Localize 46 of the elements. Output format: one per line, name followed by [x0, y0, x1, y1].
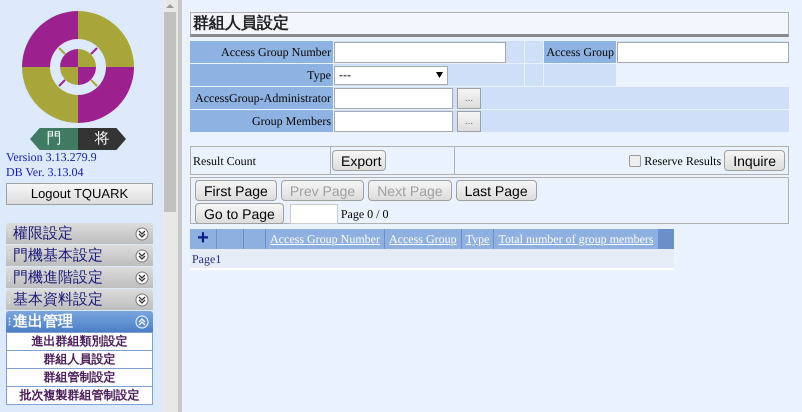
field-label: Access Group Number	[190, 41, 333, 63]
expand-icon[interactable]	[135, 248, 149, 262]
submenu-item[interactable]: 批次複製群組管制設定	[6, 386, 153, 405]
page-title: 群組人員設定	[190, 12, 789, 37]
logout-button[interactable]: Logout TQUARK	[6, 183, 153, 205]
reserve-results-label: Reserve Results	[644, 152, 722, 170]
inquire-button[interactable]: Inquire	[724, 150, 785, 171]
expand-icon[interactable]	[135, 226, 149, 240]
browse-button[interactable]: ...	[457, 110, 481, 132]
export-button[interactable]: Export	[332, 150, 386, 171]
page-info: Page 0 / 0	[340, 206, 388, 222]
menu-header[interactable]: 門機基本設定	[6, 245, 153, 266]
access-group-field[interactable]	[617, 42, 789, 62]
field-label: Group Members	[190, 110, 333, 132]
administrator-field[interactable]	[334, 88, 453, 108]
group-members-field[interactable]	[334, 110, 453, 132]
submenu-item[interactable]: 進出群組類別設定	[6, 332, 153, 351]
expand-icon[interactable]	[135, 292, 149, 306]
collapse-icon[interactable]	[135, 314, 149, 328]
db-version-text: DB Ver. 3.13.04	[6, 165, 84, 180]
field-label: Type	[190, 64, 333, 86]
menu-header[interactable]: 門機進階設定	[6, 267, 153, 288]
header-cell	[217, 229, 243, 249]
version-text: Version 3.13.279.9	[6, 150, 98, 165]
expand-icon[interactable]	[135, 270, 149, 284]
submenu-item[interactable]: 群組管制設定	[6, 368, 153, 387]
scrollbar[interactable]	[162, 0, 178, 412]
submenu-item[interactable]: 群組人員設定	[6, 350, 153, 369]
page-number-field[interactable]	[290, 204, 338, 224]
pager-button[interactable]: First Page	[195, 180, 277, 201]
table-footer: Page1	[190, 249, 674, 270]
grip-icon	[8, 317, 11, 326]
field-label: Access Group	[544, 41, 616, 63]
pager-button[interactable]: Last Page	[456, 180, 537, 201]
menu-header[interactable]: 基本資料設定	[6, 289, 153, 310]
reserve-results-checkbox[interactable]	[629, 154, 642, 166]
field-label: AccessGroup-Administrator	[190, 87, 333, 109]
browse-button[interactable]: ...	[457, 88, 481, 108]
type-select[interactable]: ---	[334, 66, 448, 84]
header-cell	[244, 229, 265, 249]
add-button[interactable]: +	[190, 229, 216, 249]
menu-header[interactable]: 權限設定	[6, 223, 153, 244]
result-count-label: Result Count	[191, 147, 331, 174]
go-to-page-button[interactable]: Go to Page	[195, 203, 284, 224]
access-group-number-field[interactable]	[334, 42, 506, 62]
dropdown-arrow-icon	[436, 72, 443, 78]
